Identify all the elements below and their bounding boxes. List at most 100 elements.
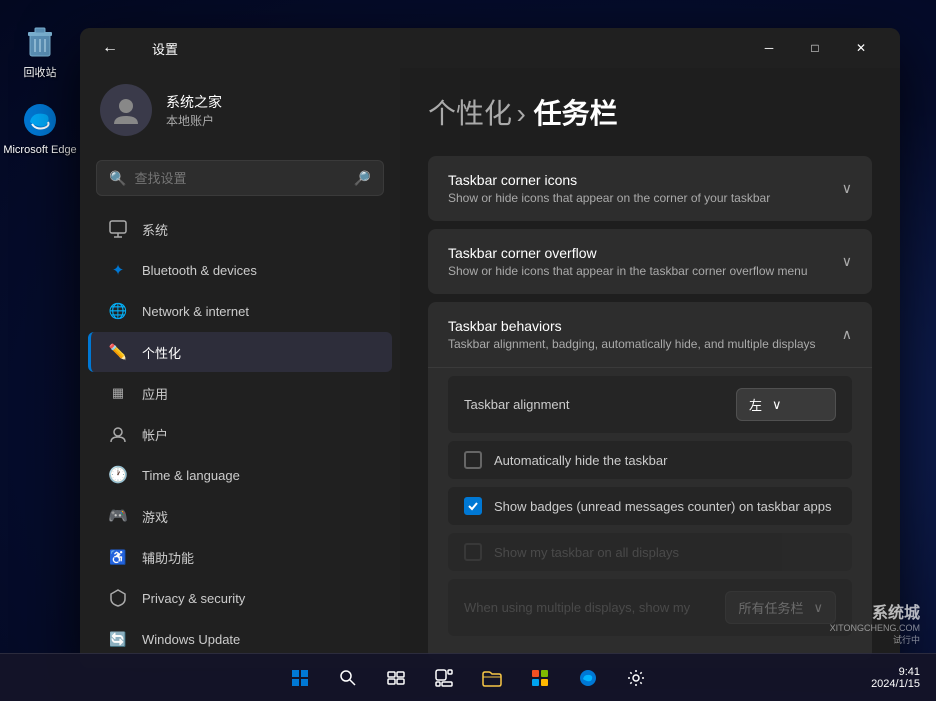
search-icon: 🔍 — [109, 170, 126, 187]
sidebar-item-label-accounts: 帐户 — [142, 425, 168, 444]
user-profile[interactable]: 系统之家 本地账户 — [80, 68, 400, 152]
accessibility-icon: ♿ — [108, 547, 128, 567]
edge-taskbar-button[interactable] — [568, 658, 608, 698]
search-magnifier-icon: 🔎 — [354, 170, 371, 187]
store-button[interactable] — [520, 658, 560, 698]
sidebar-item-accounts[interactable]: 帐户 — [88, 414, 392, 454]
dropdown-chevron-icon: ∨ — [772, 397, 782, 413]
taskbar-corner-icons-card: Taskbar corner icons Show or hide icons … — [428, 156, 872, 221]
update-icon: 🔄 — [108, 629, 128, 649]
desktop: 回收站 Microsoft Edge ← 设置 ─ □ ✕ — [0, 0, 936, 701]
watermark-line3: 试行中 — [830, 633, 920, 646]
breadcrumb-separator: › — [516, 98, 533, 129]
close-button[interactable]: ✕ — [838, 32, 884, 64]
taskbar-behaviors-card: Taskbar behaviors Taskbar alignment, bad… — [428, 302, 872, 660]
auto-hide-checkbox[interactable] — [464, 451, 482, 469]
nav-list: 系统 ✦ Bluetooth & devices 🌐 Network & int… — [80, 208, 400, 660]
sidebar-item-network[interactable]: 🌐 Network & internet — [88, 291, 392, 331]
taskbar-behaviors-text: Taskbar behaviors Taskbar alignment, bad… — [448, 318, 816, 351]
sidebar-item-time-language[interactable]: 🕐 Time & language — [88, 455, 392, 495]
taskbar-corner-overflow-text: Taskbar corner overflow Show or hide ico… — [448, 245, 808, 278]
taskbar-right: 9:41 2024/1/15 — [871, 666, 920, 690]
sidebar-item-personalization[interactable]: ✏️ 个性化 — [88, 332, 392, 372]
alignment-value: 左 — [749, 395, 762, 414]
taskbar-behaviors-header[interactable]: Taskbar behaviors Taskbar alignment, bad… — [428, 302, 872, 367]
watermark-line2: XITONGCHENG.COM — [830, 623, 920, 633]
sidebar-item-system[interactable]: 系统 — [88, 209, 392, 249]
clock-date: 2024/1/15 — [871, 678, 920, 690]
taskbar-corner-overflow-title: Taskbar corner overflow — [448, 245, 808, 261]
search-button[interactable] — [328, 658, 368, 698]
user-avatar — [100, 84, 152, 136]
edge-desktop-icon[interactable]: Microsoft Edge — [3, 100, 76, 156]
sidebar-item-label-accessibility: 辅助功能 — [142, 548, 194, 567]
explorer-button[interactable] — [472, 658, 512, 698]
sidebar-item-privacy[interactable]: Privacy & security — [88, 578, 392, 618]
system-clock: 9:41 2024/1/15 — [871, 666, 920, 690]
recycle-bin-icon[interactable]: 回收站 — [20, 20, 60, 80]
page-title: 任务栏 — [534, 98, 618, 129]
sidebar-item-label-time: Time & language — [142, 468, 240, 483]
system-icon — [108, 219, 128, 239]
chevron-down-icon-1: ∨ — [842, 253, 852, 270]
edge-image — [20, 100, 60, 140]
start-button[interactable] — [280, 658, 320, 698]
taskbar-corner-overflow-desc: Show or hide icons that appear in the ta… — [448, 264, 808, 278]
chevron-down-icon-0: ∨ — [842, 180, 852, 197]
taskbar-corner-overflow-card: Taskbar corner overflow Show or hide ico… — [428, 229, 872, 294]
sidebar-item-label-apps: 应用 — [142, 384, 168, 403]
breadcrumb: 个性化 — [428, 98, 512, 129]
taskbar-alignment-dropdown[interactable]: 左 ∨ — [736, 388, 836, 421]
back-button[interactable]: ← — [96, 34, 124, 62]
user-subtitle: 本地账户 — [166, 112, 222, 129]
multiple-displays-dropdown: 所有任务栏 ∨ — [725, 591, 836, 624]
all-displays-row: Show my taskbar on all displays — [448, 533, 852, 571]
recycle-bin-label: 回收站 — [24, 64, 57, 80]
watermark: 系统城 XITONGCHENG.COM 试行中 — [830, 599, 920, 646]
main-content: 个性化 › 任务栏 Taskbar corner icons Show or h… — [400, 68, 900, 668]
multiple-displays-label: When using multiple displays, show my — [464, 600, 690, 615]
user-name: 系统之家 — [166, 92, 222, 112]
sidebar-item-accessibility[interactable]: ♿ 辅助功能 — [88, 537, 392, 577]
time-icon: 🕐 — [108, 465, 128, 485]
taskbar-corner-icons-header[interactable]: Taskbar corner icons Show or hide icons … — [428, 156, 872, 221]
auto-hide-label: Automatically hide the taskbar — [494, 453, 667, 468]
gaming-icon: 🎮 — [108, 506, 128, 526]
taskbar-alignment-row: Taskbar alignment 左 ∨ — [448, 376, 852, 433]
show-badges-row[interactable]: Show badges (unread messages counter) on… — [448, 487, 852, 525]
sidebar-item-label-bluetooth: Bluetooth & devices — [142, 263, 257, 278]
clock-time: 9:41 — [871, 666, 920, 678]
multiple-displays-row: When using multiple displays, show my 所有… — [448, 579, 852, 636]
maximize-button[interactable]: □ — [792, 32, 838, 64]
show-badges-label: Show badges (unread messages counter) on… — [494, 499, 831, 514]
show-badges-checkbox[interactable] — [464, 497, 482, 515]
taskbar-corner-icons-title: Taskbar corner icons — [448, 172, 770, 188]
search-container: 🔍 🔎 — [80, 152, 400, 208]
search-input[interactable] — [134, 171, 345, 186]
accounts-icon — [108, 424, 128, 444]
task-view-button[interactable] — [376, 658, 416, 698]
sidebar-item-apps[interactable]: ▦ 应用 — [88, 373, 392, 413]
sidebar-item-label-privacy: Privacy & security — [142, 591, 245, 606]
taskbar-corner-overflow-header[interactable]: Taskbar corner overflow Show or hide ico… — [428, 229, 872, 294]
all-displays-label: Show my taskbar on all displays — [494, 545, 679, 560]
title-bar: ← 设置 ─ □ ✕ — [80, 28, 900, 68]
sidebar-item-label-system: 系统 — [142, 220, 168, 239]
all-displays-checkbox — [464, 543, 482, 561]
taskbar-corner-icons-desc: Show or hide icons that appear on the co… — [448, 191, 770, 205]
sidebar-item-gaming[interactable]: 🎮 游戏 — [88, 496, 392, 536]
settings-taskbar-button[interactable] — [616, 658, 656, 698]
minimize-button[interactable]: ─ — [746, 32, 792, 64]
privacy-icon — [108, 588, 128, 608]
sidebar-item-label-personalization: 个性化 — [142, 343, 181, 362]
edge-label: Microsoft Edge — [3, 144, 76, 156]
taskbar: 9:41 2024/1/15 — [0, 653, 936, 701]
search-box[interactable]: 🔍 🔎 — [96, 160, 384, 196]
watermark-line1: 系统城 — [830, 599, 920, 623]
auto-hide-row[interactable]: Automatically hide the taskbar — [448, 441, 852, 479]
taskbar-behaviors-title: Taskbar behaviors — [448, 318, 816, 334]
taskbar-behaviors-desc: Taskbar alignment, badging, automaticall… — [448, 337, 816, 351]
widgets-button[interactable] — [424, 658, 464, 698]
sidebar-item-bluetooth[interactable]: ✦ Bluetooth & devices — [88, 250, 392, 290]
window-body: 系统之家 本地账户 🔍 🔎 — [80, 68, 900, 668]
